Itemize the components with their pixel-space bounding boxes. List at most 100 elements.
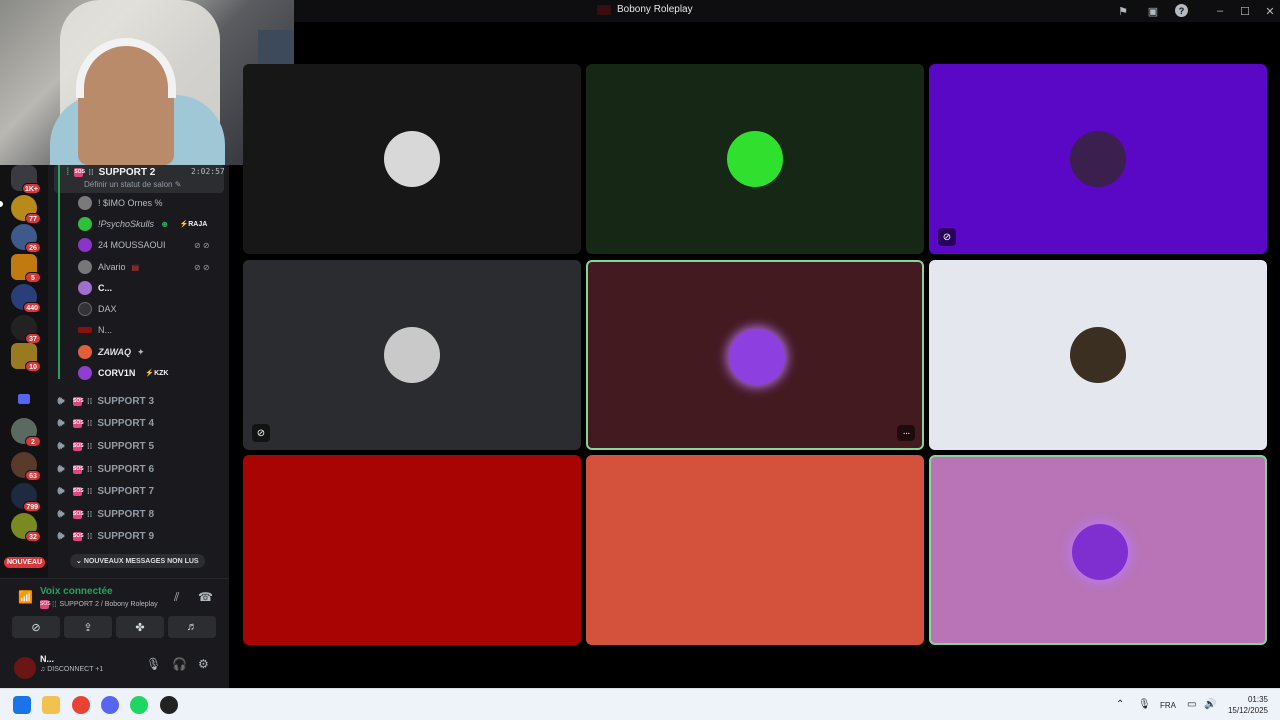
- video-tile[interactable]: [243, 455, 581, 645]
- microphone-icon[interactable]: 🎙: [1138, 699, 1151, 710]
- call-timer: 2:02:57: [191, 167, 225, 176]
- unread-pill: [0, 201, 3, 207]
- taskbar: ⌃ 🎙 FRA ▭ 🔊 01:35 15/12/2025: [0, 688, 1280, 720]
- activities-button[interactable]: ✤: [116, 616, 164, 638]
- video-tile[interactable]: ···: [586, 260, 924, 450]
- new-badge[interactable]: NOUVEAU: [4, 557, 46, 568]
- discord-icon[interactable]: [101, 696, 119, 714]
- camera-button[interactable]: ⊘: [12, 616, 60, 638]
- avatar: [78, 327, 92, 333]
- video-tile[interactable]: ⊘: [243, 260, 581, 450]
- voice-user[interactable]: CORV1N ⚡KZK: [78, 363, 168, 383]
- video-tile[interactable]: ⊘: [929, 64, 1267, 254]
- minimize-icon[interactable]: –: [1212, 3, 1228, 19]
- obs-icon[interactable]: [160, 696, 178, 714]
- voice-user[interactable]: Alvario ▤ ⊘ ⊘: [78, 257, 210, 277]
- server-icon[interactable]: 77: [11, 195, 41, 224]
- voice-connection-panel: 📶 Voix connectée SOS ⁞⁞ SUPPORT 2 / Bobony…: [0, 578, 229, 688]
- window-title: Bobony Roleplay: [597, 4, 693, 15]
- inbox-flag-icon[interactable]: ⚑: [1115, 3, 1131, 19]
- voice-channel-support-8[interactable]: 🕪 SOS ⁞⁞ SUPPORT 8: [54, 504, 154, 524]
- video-tile[interactable]: [586, 64, 924, 254]
- server-icon[interactable]: 440: [11, 284, 41, 313]
- channel-status-line[interactable]: Définir un statut de salon ✎: [84, 180, 181, 189]
- volume-icon[interactable]: 🔊: [1204, 699, 1216, 710]
- muted-icons: ⊘ ⊘: [194, 240, 210, 250]
- active-channel-title: ⁞ SOS ⁞⁞ SUPPORT 2: [66, 166, 156, 178]
- speaker-locked-icon: 🕪: [57, 507, 65, 520]
- participant-avatar: [384, 522, 440, 578]
- close-icon[interactable]: ✕: [1262, 3, 1278, 19]
- sos-icon: SOS: [73, 531, 84, 541]
- boost-icon: ✦: [137, 346, 145, 357]
- voice-user[interactable]: 24 MOUSSAOUI ⊘ ⊘: [78, 235, 210, 255]
- voice-user[interactable]: DAX: [78, 299, 117, 319]
- maximize-icon[interactable]: ☐: [1237, 3, 1253, 19]
- participant-avatar: [384, 327, 440, 383]
- server-icon[interactable]: 10: [11, 343, 41, 372]
- start-windows-icon[interactable]: [13, 696, 31, 714]
- settings-gear-icon[interactable]: ⚙: [198, 657, 209, 671]
- voice-user[interactable]: ZAWAQ ✦: [78, 342, 145, 362]
- folder-icon[interactable]: [18, 394, 30, 404]
- video-tile[interactable]: [929, 260, 1267, 450]
- voice-status-subtitle[interactable]: SOS ⁞⁞ SUPPORT 2 / Bobony Roleplay: [40, 600, 158, 609]
- role-tag: ⚡KZK: [145, 370, 169, 377]
- system-clock[interactable]: 01:35 15/12/2025: [1226, 694, 1268, 716]
- help-icon[interactable]: ?: [1175, 4, 1188, 17]
- flag-emoji-icon: ▤: [131, 262, 140, 272]
- voice-channel-support-6[interactable]: 🕪 SOS ⁞⁞ SUPPORT 6: [54, 459, 154, 479]
- active-voice-channel[interactable]: ⁞ SOS ⁞⁞ SUPPORT 2 2:02:57 Définir un st…: [54, 165, 225, 379]
- video-tile[interactable]: [586, 455, 924, 645]
- video-tile[interactable]: [243, 64, 581, 254]
- voice-channel-support-4[interactable]: 🕪 SOS ⁞⁞ SUPPORT 4: [54, 413, 154, 433]
- microphone-icon[interactable]: 🎙: [146, 657, 161, 671]
- voice-status-title[interactable]: Voix connectée: [40, 586, 113, 597]
- server-icon[interactable]: 26: [11, 224, 41, 253]
- avatar: [78, 260, 92, 274]
- voice-channel-support-9[interactable]: 🕪 SOS ⁞⁞ SUPPORT 9: [54, 526, 154, 546]
- sos-icon: SOS: [73, 464, 84, 474]
- tile-options-button[interactable]: ···: [897, 425, 915, 441]
- noise-suppression-icon[interactable]: ⫽: [174, 590, 179, 605]
- sos-icon: SOS: [73, 509, 84, 519]
- current-username[interactable]: N...: [40, 654, 54, 664]
- participant-avatar: [729, 329, 785, 385]
- server-icon[interactable]: 37: [11, 315, 41, 344]
- voice-channel-support-7[interactable]: 🕪 SOS ⁞⁞ SUPPORT 7: [54, 481, 154, 501]
- avatar[interactable]: [14, 657, 36, 679]
- screen-share-icon[interactable]: ▣: [1145, 3, 1161, 19]
- server-icon[interactable]: 63: [11, 452, 41, 481]
- new-messages-button[interactable]: ⌄ NOUVEAUX MESSAGES NON LUS: [70, 554, 205, 568]
- file-explorer-icon[interactable]: [42, 696, 60, 714]
- speaker-locked-icon: 🕪: [57, 529, 65, 542]
- screen-share-button[interactable]: ⇪: [64, 616, 112, 638]
- speaker-icon: ⁞: [66, 166, 70, 178]
- server-icon[interactable]: 2: [11, 418, 41, 447]
- signal-icon[interactable]: 📶: [18, 590, 33, 604]
- sos-icon: SOS: [74, 167, 85, 177]
- voice-user[interactable]: !PsychoSkulls ☻ ⚡RAJA: [78, 214, 207, 234]
- server-badge: 26: [25, 242, 41, 253]
- server-icon[interactable]: 799: [11, 483, 41, 512]
- voice-user[interactable]: C...: [78, 278, 112, 298]
- participant-avatar: [384, 131, 440, 187]
- language-indicator[interactable]: FRA: [1160, 701, 1176, 710]
- video-tile[interactable]: [929, 455, 1267, 645]
- voice-channel-support-3[interactable]: 🕪 SOS ⁞⁞ SUPPORT 3: [54, 391, 154, 411]
- chrome-icon[interactable]: [72, 696, 90, 714]
- chevron-up-icon[interactable]: ⌃: [1116, 699, 1124, 710]
- spotify-icon[interactable]: [130, 696, 148, 714]
- alien-emoji-icon: ☻: [160, 219, 170, 229]
- network-icon[interactable]: ▭: [1187, 699, 1196, 710]
- server-icon[interactable]: 5: [11, 254, 41, 283]
- voice-channel-support-5[interactable]: 🕪 SOS ⁞⁞ SUPPORT 5: [54, 436, 154, 456]
- server-icon[interactable]: 1K+: [11, 165, 41, 194]
- participant-avatar: [1070, 327, 1126, 383]
- soundboard-button[interactable]: ♬: [168, 616, 216, 638]
- headphones-icon[interactable]: 🎧: [172, 657, 187, 671]
- voice-user[interactable]: N...: [78, 320, 112, 340]
- server-icon[interactable]: 32: [11, 513, 41, 542]
- disconnect-call-icon[interactable]: ☎: [198, 590, 213, 604]
- voice-user[interactable]: ! $IMO Ornes %: [78, 193, 163, 213]
